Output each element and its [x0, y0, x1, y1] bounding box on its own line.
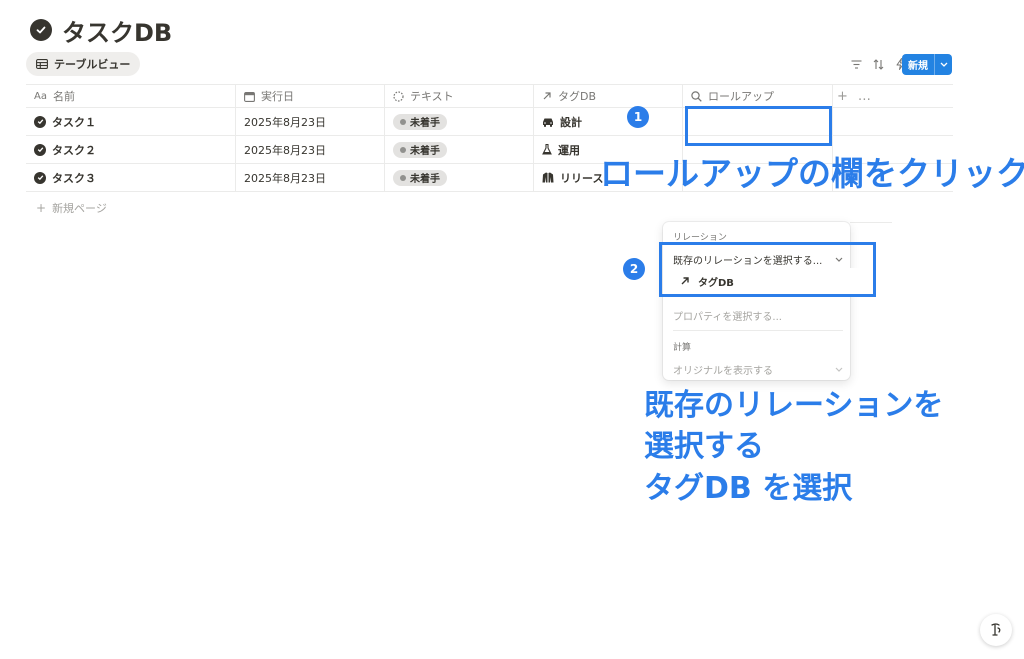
status-badge: 未着手	[393, 113, 447, 130]
column-header-label: 名前	[52, 90, 75, 103]
tag-link[interactable]: 設計	[560, 114, 582, 130]
calc-label: 計算	[673, 343, 692, 353]
cell-name[interactable]: タスク２	[26, 136, 236, 163]
cell-status[interactable]: 未着手	[385, 108, 534, 135]
flask-icon	[542, 144, 552, 155]
calendar-icon	[244, 91, 255, 102]
status-icon	[393, 90, 404, 102]
view-tab-table[interactable]: テーブルビュー	[26, 52, 141, 76]
check-circle-icon	[34, 171, 46, 184]
filter-icon[interactable]	[849, 55, 864, 73]
column-header-tag-db[interactable]: タグDB	[534, 85, 683, 107]
car-icon	[543, 118, 553, 127]
new-button[interactable]: 新規	[902, 54, 952, 75]
search-icon	[691, 90, 702, 102]
check-circle-icon	[34, 115, 46, 128]
sort-icon[interactable]	[871, 55, 886, 73]
table-header-row: Aa 名前 実行日 テキスト タグDB ロールアップ + …	[26, 84, 953, 108]
task-name: タスク１	[52, 115, 96, 129]
cell-status[interactable]: 未着手	[385, 136, 534, 163]
cell-date[interactable]: 2025年8月23日	[236, 108, 385, 135]
chevron-down-icon	[835, 367, 843, 372]
cell-name[interactable]: タスク１	[26, 108, 236, 135]
check-circle-icon	[30, 19, 52, 41]
table-icon	[36, 59, 48, 69]
new-page-button[interactable]: + 新規ページ	[36, 200, 107, 216]
calc-select-value: オリジナルを表示する	[673, 366, 773, 377]
cell-date[interactable]: 2025年8月23日	[236, 136, 385, 163]
more-options-button[interactable]: …	[858, 89, 871, 104]
step-2-instruction-line2: 選択する	[644, 429, 764, 464]
new-page-label: 新規ページ	[52, 202, 107, 215]
page-title-row: タスクDB	[30, 13, 172, 48]
plus-icon: +	[36, 201, 47, 215]
task-name: タスク３	[52, 171, 96, 185]
calc-select[interactable]: オリジナルを表示する	[673, 362, 843, 377]
chevron-down-icon[interactable]	[935, 62, 952, 67]
cell-date[interactable]: 2025年8月23日	[236, 164, 385, 191]
step-2-instruction-line3: タグDB を選択	[644, 471, 853, 506]
new-button-label[interactable]: 新規	[902, 54, 935, 75]
view-tab-label: テーブルビュー	[54, 58, 131, 71]
add-column-button[interactable]: +	[837, 89, 848, 104]
column-header-label: タグDB	[558, 90, 597, 103]
column-header-rollup[interactable]: ロールアップ	[683, 85, 833, 107]
step-1-badge: 1	[627, 106, 649, 128]
step-2-instruction-line1: 既存のリレーションを	[644, 388, 944, 423]
column-header-text[interactable]: テキスト	[385, 85, 534, 107]
cell-empty	[833, 108, 953, 135]
status-badge: 未着手	[393, 141, 447, 158]
step-1-instruction: ロールアップの欄をクリック	[600, 154, 1024, 193]
tag-link[interactable]: リリース	[560, 170, 603, 186]
help-widget-icon[interactable]	[980, 614, 1012, 646]
cell-status[interactable]: 未着手	[385, 164, 534, 191]
arrow-up-right-icon	[543, 92, 551, 100]
tag-link[interactable]: 運用	[558, 142, 580, 158]
check-circle-icon	[34, 143, 46, 156]
column-header-date[interactable]: 実行日	[236, 85, 385, 107]
cell-tag[interactable]: 設計	[534, 108, 683, 135]
column-header-label: 実行日	[261, 90, 294, 103]
jacket-icon	[542, 172, 554, 183]
task-name: タスク２	[52, 143, 96, 157]
column-header-name[interactable]: Aa 名前	[26, 85, 236, 107]
divider	[850, 222, 892, 223]
text-type-icon: Aa	[34, 90, 47, 102]
column-header-label: ロールアップ	[708, 90, 774, 103]
property-select[interactable]: プロパティを選択する...	[673, 308, 843, 323]
highlight-box-rollup-cell	[685, 106, 832, 146]
status-badge: 未着手	[393, 169, 447, 186]
property-select-placeholder: プロパティを選択する...	[673, 312, 782, 323]
column-header-label: テキスト	[410, 90, 454, 103]
page-title[interactable]: タスクDB	[62, 13, 172, 48]
highlight-box-relation-select	[659, 242, 876, 297]
add-column-area: + …	[833, 85, 953, 107]
step-2-badge: 2	[623, 258, 645, 280]
cell-name[interactable]: タスク３	[26, 164, 236, 191]
divider	[673, 330, 843, 331]
